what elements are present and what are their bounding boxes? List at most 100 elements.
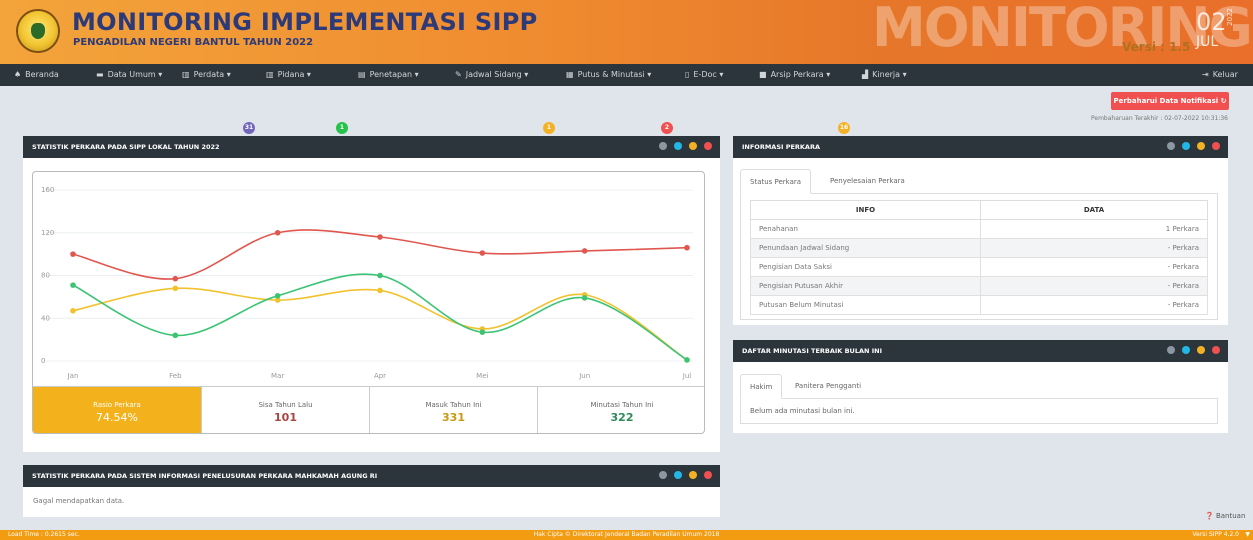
putus-minutasi-badge: 2 [661, 122, 673, 134]
nav-keluar[interactable]: ⇥ Keluar [1202, 64, 1238, 86]
refresh-icon[interactable] [674, 471, 682, 479]
institution-icon: ▥ [266, 70, 274, 79]
bantuan-label: Bantuan [1215, 512, 1246, 520]
table-row: Pengisian Data Saksi - Perkara [750, 257, 1208, 277]
nav-beranda-label: Beranda [25, 70, 59, 79]
cell-data: - Perkara [980, 295, 1208, 315]
home-icon: ♠ [14, 70, 22, 79]
minimize-icon[interactable] [689, 142, 697, 150]
refresh-notification-button[interactable]: Perbaharui Data Notifikasi ↻ [1111, 92, 1229, 110]
nav-pidana[interactable]: ▥ Pidana ▾ [266, 64, 311, 86]
data-point [172, 332, 179, 339]
close-icon[interactable] [1212, 346, 1220, 354]
refresh-icon[interactable] [1182, 142, 1190, 150]
ma-stats-panel: STATISTIK PERKARA PADA SISTEM INFORMASI … [23, 465, 720, 517]
help-icon[interactable] [1167, 346, 1175, 354]
x-tick-label: Mei [476, 372, 488, 380]
data-point [479, 250, 486, 256]
calendar-icon: ▦ [566, 70, 574, 79]
stat-label: Minutasi Tahun Ini [590, 401, 654, 409]
app-version: Versi : 1.5 [1122, 40, 1191, 54]
refresh-icon[interactable] [1182, 346, 1190, 354]
minutasi-empty-message: Belum ada minutasi bulan ini. [740, 399, 1218, 424]
nav-putus-minutasi-label: Putus & Minutasi ▾ [577, 70, 652, 79]
app-header: MONITORING IMPLEMENTASI SIPP PENGADILAN … [0, 0, 1253, 64]
series-line-1 [72, 287, 688, 361]
cell-data: - Perkara [980, 257, 1208, 277]
help-icon[interactable] [659, 142, 667, 150]
data-point [172, 285, 179, 292]
app-subtitle: PENGADILAN NEGERI BANTUL TAHUN 2022 [73, 37, 314, 48]
nav-beranda[interactable]: ♠ Beranda [14, 64, 59, 86]
nav-penetapan[interactable]: ▤ Penetapan ▾ [358, 64, 419, 86]
y-tick-label: 160 [41, 186, 54, 194]
nav-kinerja[interactable]: ▟ Kinerja ▾ [862, 64, 907, 86]
close-icon[interactable] [704, 471, 712, 479]
tab-panitera-pengganti[interactable]: Panitera Pengganti [786, 374, 870, 399]
close-icon[interactable] [1212, 142, 1220, 150]
cell-info: Pengisian Putusan Akhir [750, 276, 981, 296]
nav-data-umum[interactable]: ▬ Data Umum ▾ [96, 64, 162, 86]
close-icon[interactable] [704, 142, 712, 150]
data-point [70, 282, 76, 288]
cell-info: Pengisian Data Saksi [750, 257, 981, 277]
tab-penyelesaian-perkara[interactable]: Penyelesaian Perkara [821, 169, 914, 194]
nav-pidana-label: Pidana ▾ [277, 70, 311, 79]
app-title: MONITORING IMPLEMENTASI SIPP [72, 8, 538, 36]
cell-data: - Perkara [980, 238, 1208, 258]
date-year: 2022 [1226, 8, 1234, 26]
ma-panel-controls [652, 471, 712, 481]
document-icon: ▤ [358, 70, 366, 79]
ma-panel-header: STATISTIK PERKARA PADA SISTEM INFORMASI … [23, 465, 720, 487]
data-point [70, 251, 76, 257]
series-line-2 [72, 273, 688, 361]
arsip-perkara-badge: 16 [838, 122, 850, 134]
x-tick-label: Apr [374, 372, 386, 380]
cell-data: 1 Perkara [980, 219, 1208, 239]
refresh-icon[interactable] [674, 142, 682, 150]
help-circle-icon: ❓ [1205, 512, 1216, 520]
archive-icon: ■ [759, 70, 767, 79]
nav-edoc[interactable]: ▯ E-Doc ▾ [685, 64, 723, 86]
minimize-icon[interactable] [1197, 346, 1205, 354]
data-point [377, 234, 383, 240]
stats-panel-controls [652, 142, 712, 152]
table-header-row: INFO DATA [750, 200, 1208, 220]
nav-perdata-label: Perdata ▾ [193, 70, 231, 79]
nav-arsip-perkara[interactable]: ■ Arsip Perkara ▾ [759, 64, 830, 86]
minutasi-panel-title: DAFTAR MINUTASI TERBAIK BULAN INI [742, 347, 882, 355]
bantuan-link[interactable]: ❓ Bantuan [1205, 512, 1245, 520]
main-navbar: ♠ Beranda ▬ Data Umum ▾ ▥ Perdata ▾ 31 ▥ Pid… [0, 64, 1253, 134]
court-logo [18, 11, 58, 51]
nav-putus-minutasi[interactable]: ▦ Putus & Minutasi ▾ [566, 64, 651, 86]
stat-label: Sisa Tahun Lalu [258, 401, 313, 409]
stat-value: 101 [274, 411, 297, 424]
x-tick-label: Jun [578, 372, 590, 380]
nav-jadwal-sidang[interactable]: ✎ Jadwal Sidang ▾ [455, 64, 528, 86]
column-header-info: INFO [750, 200, 981, 220]
stats-summary-row: Rasio Perkara 74.54% Sisa Tahun Lalu 101… [33, 386, 704, 433]
minutasi-tabs: Hakim Panitera Pengganti [740, 374, 1218, 399]
stat-label: Masuk Tahun Ini [425, 401, 482, 409]
jadwal-sidang-badge: 1 [543, 122, 555, 134]
data-point [479, 329, 486, 335]
data-point [377, 287, 383, 294]
x-tick-label: Mar [271, 372, 284, 380]
minimize-icon[interactable] [1197, 142, 1205, 150]
pidana-badge: 1 [336, 122, 348, 134]
help-icon[interactable] [659, 471, 667, 479]
stats-chart-box: 0 40 80 120 160 Jan Feb Mar Apr Mei Jun Jul Rasio P… [32, 171, 705, 434]
file-icon: ▯ [685, 70, 690, 79]
minimize-icon[interactable] [689, 471, 697, 479]
stats-panel-title: STATISTIK PERKARA PADA SIPP LOKAL TAHUN … [32, 143, 220, 151]
nav-data-umum-label: Data Umum ▾ [107, 70, 163, 79]
tab-status-perkara[interactable]: Status Perkara [740, 169, 812, 194]
nav-perdata[interactable]: ▥ Perdata ▾ [182, 64, 231, 86]
table-row: Penundaan Jadwal Sidang - Perkara [750, 238, 1208, 258]
nav-arsip-perkara-label: Arsip Perkara ▾ [770, 70, 831, 79]
copyright: Hak Cipta © Direktorat Jenderal Badan Pe… [533, 531, 720, 538]
tab-hakim[interactable]: Hakim [740, 374, 783, 399]
date-month: JUL [1196, 34, 1219, 50]
help-icon[interactable] [1167, 142, 1175, 150]
scroll-down-icon[interactable]: ▼ [1245, 530, 1250, 540]
